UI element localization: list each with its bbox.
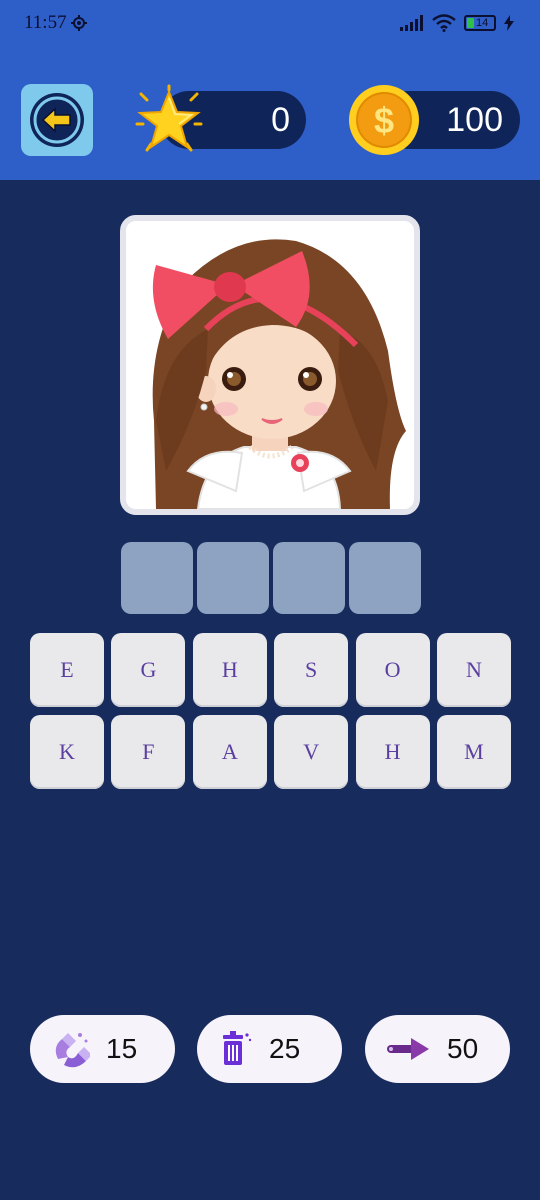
coins-value: 100 [446,100,503,139]
letter-tile[interactable]: N [436,633,511,707]
remove-cost: 25 [269,1033,301,1064]
coin-icon: $ [349,85,419,155]
girl-cartoon-image [126,221,414,509]
magnet-icon [55,1033,90,1068]
reveal-letter-button[interactable]: 15 [30,1015,175,1083]
skip-level-button[interactable]: 50 [365,1015,510,1083]
letter-tile[interactable]: F [111,715,186,789]
back-button[interactable] [21,84,93,156]
settings-gear-icon [70,15,87,31]
letter-grid: E G H S O N K F A V H M [30,633,511,789]
reveal-cost: 15 [106,1033,138,1064]
letter-tile[interactable]: G [111,633,186,707]
letter-tile[interactable]: O [355,633,430,707]
svg-text:$: $ [374,100,394,141]
letter-tile[interactable]: H [192,633,267,707]
answer-slot[interactable] [273,542,345,614]
battery-icon: 14 [464,15,496,31]
letter-tile[interactable]: A [192,715,267,789]
letter-tile[interactable]: V [274,715,349,789]
wifi-icon [432,14,456,32]
letter-tile[interactable]: M [436,715,511,789]
letter-tile[interactable]: K [30,715,104,789]
star-icon [135,84,203,152]
trash-icon [223,1031,252,1065]
answer-slot[interactable] [349,542,421,614]
letter-tile[interactable]: H [355,715,430,789]
game-header: 0 100 $ [0,46,540,180]
signal-icon [400,15,423,31]
skip-cost: 50 [447,1033,479,1064]
answer-slots [121,542,421,614]
charging-bolt-icon [504,15,514,31]
remove-letters-button[interactable]: 25 [197,1015,342,1083]
letter-tile[interactable]: S [274,633,349,707]
status-time: 11:57 [24,12,87,34]
puzzle-picture [120,215,420,515]
answer-slot[interactable] [197,542,269,614]
letter-tile[interactable]: E [30,633,104,707]
battery-level: 14 [476,17,489,29]
status-icons: 14 [400,14,514,32]
back-arrow-icon [30,93,84,147]
skip-arrow-icon [387,1038,429,1060]
answer-slot[interactable] [121,542,193,614]
stars-value: 0 [271,100,290,139]
clock-text: 11:57 [24,12,67,33]
status-bar: 11:57 14 [0,0,540,46]
